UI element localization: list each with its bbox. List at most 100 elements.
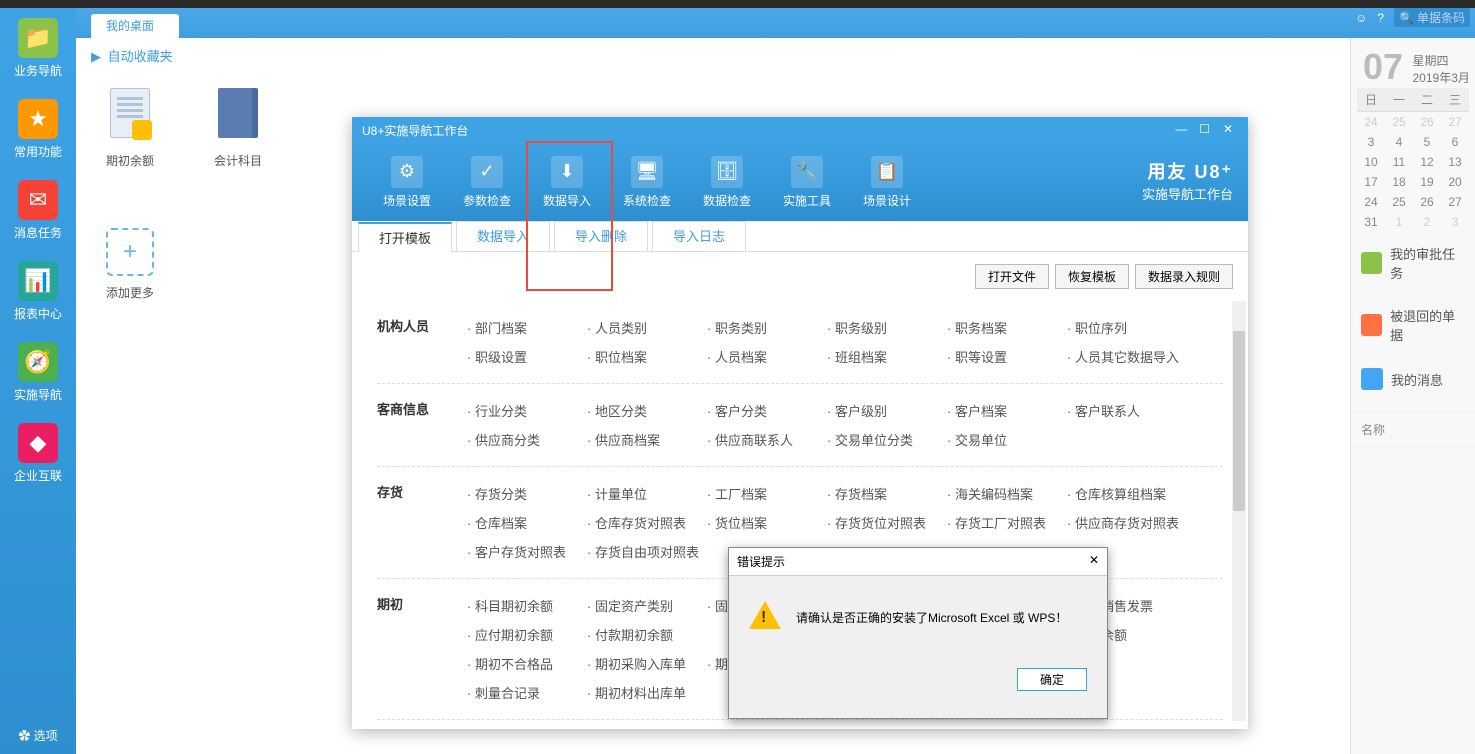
toolbar-item-3[interactable]: 🖥系统检查 (607, 156, 687, 209)
category-item[interactable]: 职等设置 (947, 342, 1067, 371)
cal-cell[interactable]: 26 (1413, 192, 1441, 212)
cal-cell[interactable]: 24 (1357, 112, 1385, 132)
category-item[interactable]: 人员档案 (707, 342, 827, 371)
cal-cell[interactable]: 20 (1441, 172, 1469, 192)
tab-my-desktop[interactable]: 我的桌面 (91, 14, 179, 38)
category-item[interactable]: 仓库核算组档案 (1067, 479, 1187, 508)
category-item[interactable]: 货位档案 (707, 508, 827, 537)
dialog-tab-2[interactable]: 导入删除 (554, 221, 648, 251)
ok-button[interactable]: 确定 (1017, 668, 1087, 691)
dialog-tab-1[interactable]: 数据导入 (456, 221, 550, 251)
cal-cell[interactable]: 3 (1441, 212, 1469, 232)
maximize-icon[interactable]: ☐ (1195, 122, 1215, 136)
category-item[interactable]: 人员类别 (587, 313, 707, 342)
toolbar-item-0[interactable]: ⚙场景设置 (367, 156, 447, 209)
toolbar-item-6[interactable]: 📋场景设计 (847, 156, 927, 209)
category-item[interactable]: 期初采购入库单 (587, 649, 707, 678)
action-button-2[interactable]: 数据录入规则 (1135, 264, 1233, 289)
category-item[interactable]: 部门档案 (467, 313, 587, 342)
nav-options[interactable]: ✿ 选项 (0, 727, 76, 744)
category-item[interactable]: 存货工厂对照表 (947, 508, 1067, 537)
category-item[interactable]: 刺量合记录 (467, 678, 587, 707)
dialog-tab-3[interactable]: 导入日志 (652, 221, 746, 251)
desktop-icon-kuaiji[interactable]: 会计科目 (214, 88, 262, 169)
category-item[interactable]: 地区分类 (587, 396, 707, 425)
category-item[interactable]: 仓库档案 (467, 508, 587, 537)
widget-item-1[interactable]: 被退回的单据 (1351, 294, 1475, 356)
category-item[interactable]: 交易单位 (947, 425, 1067, 454)
category-item[interactable]: 交易单位分类 (827, 425, 947, 454)
category-item[interactable]: 客户存货对照表 (467, 537, 587, 566)
minimize-icon[interactable]: — (1171, 122, 1191, 136)
category-item[interactable]: 客户联系人 (1067, 396, 1187, 425)
widget-item-0[interactable]: 我的审批任务 (1351, 232, 1475, 294)
error-close-icon[interactable]: ✕ (1089, 553, 1099, 570)
cal-cell[interactable]: 17 (1357, 172, 1385, 192)
cal-cell[interactable]: 12 (1413, 152, 1441, 172)
cal-cell[interactable]: 31 (1357, 212, 1385, 232)
smile-icon[interactable]: ☺ (1355, 11, 1367, 25)
action-button-1[interactable]: 恢复模板 (1055, 264, 1129, 289)
cal-cell[interactable]: 10 (1357, 152, 1385, 172)
cal-cell[interactable]: 13 (1441, 152, 1469, 172)
cal-cell[interactable]: 26 (1413, 112, 1441, 132)
category-item[interactable]: 供应商联系人 (707, 425, 827, 454)
category-item[interactable]: 付款期初余额 (587, 620, 707, 649)
toolbar-item-5[interactable]: 🔧实施工具 (767, 156, 847, 209)
cal-cell[interactable]: 27 (1441, 192, 1469, 212)
cal-cell[interactable]: 18 (1385, 172, 1413, 192)
category-item[interactable]: 科目期初余额 (467, 591, 587, 620)
cal-cell[interactable]: 11 (1385, 152, 1413, 172)
category-item[interactable]: 职位档案 (587, 342, 707, 371)
action-button-0[interactable]: 打开文件 (975, 264, 1049, 289)
category-item[interactable]: 存货货位对照表 (827, 508, 947, 537)
category-item[interactable]: 供应商档案 (587, 425, 707, 454)
category-item[interactable]: 工厂档案 (707, 479, 827, 508)
nav-item-4[interactable]: 🧭实施导航 (0, 332, 76, 413)
cal-cell[interactable]: 24 (1357, 192, 1385, 212)
error-titlebar[interactable]: 错误提示 ✕ (729, 548, 1107, 576)
cal-cell[interactable]: 4 (1385, 132, 1413, 152)
nav-item-2[interactable]: ✉消息任务 (0, 170, 76, 251)
nav-item-5[interactable]: ◆企业互联 (0, 413, 76, 494)
cal-cell[interactable]: 19 (1413, 172, 1441, 192)
toolbar-item-4[interactable]: 🗄数据检查 (687, 156, 767, 209)
nav-item-0[interactable]: 📁业务导航 (0, 8, 76, 89)
scrollbar[interactable] (1232, 301, 1246, 721)
widget-item-2[interactable]: 我的消息 (1351, 356, 1475, 402)
category-item[interactable]: 存货档案 (827, 479, 947, 508)
category-item[interactable]: 仓库存货对照表 (587, 508, 707, 537)
category-item[interactable]: 职级设置 (467, 342, 587, 371)
help-icon[interactable]: ? (1377, 11, 1384, 25)
dialog-titlebar[interactable]: U8+实施导航工作台 — ☐ ✕ (352, 117, 1248, 143)
category-item[interactable]: 班组档案 (827, 342, 947, 371)
add-more-button[interactable]: + 添加更多 (106, 224, 154, 301)
cal-cell[interactable]: 27 (1441, 112, 1469, 132)
category-item[interactable]: 供应商存货对照表 (1067, 508, 1187, 537)
category-item[interactable]: 期初不合格品 (467, 649, 587, 678)
category-item[interactable]: 存货分类 (467, 479, 587, 508)
category-item[interactable]: 计量单位 (587, 479, 707, 508)
search-box[interactable]: 🔍 单据条码 (1394, 8, 1470, 27)
toolbar-item-2[interactable]: ⬇数据导入 (527, 156, 607, 209)
cal-cell[interactable]: 2 (1413, 212, 1441, 232)
category-item[interactable]: 应付期初余额 (467, 620, 587, 649)
category-item[interactable]: 行业分类 (467, 396, 587, 425)
nav-item-3[interactable]: 📊报表中心 (0, 251, 76, 332)
category-item[interactable]: 人员其它数据导入 (1067, 342, 1187, 371)
cal-cell[interactable]: 25 (1385, 192, 1413, 212)
category-item[interactable]: 职位序列 (1067, 313, 1187, 342)
category-item[interactable]: 职务档案 (947, 313, 1067, 342)
category-item[interactable]: 海关编码档案 (947, 479, 1067, 508)
category-item[interactable]: 职务级别 (827, 313, 947, 342)
category-item[interactable]: 客户级别 (827, 396, 947, 425)
desktop-icon-qichu[interactable]: 期初余额 (106, 88, 154, 169)
dialog-tab-0[interactable]: 打开模板 (358, 222, 452, 252)
close-icon[interactable]: ✕ (1218, 122, 1238, 136)
category-item[interactable]: 客户档案 (947, 396, 1067, 425)
nav-item-1[interactable]: ★常用功能 (0, 89, 76, 170)
cal-cell[interactable]: 3 (1357, 132, 1385, 152)
cal-cell[interactable]: 25 (1385, 112, 1413, 132)
cal-cell[interactable]: 5 (1413, 132, 1441, 152)
cal-cell[interactable]: 1 (1385, 212, 1413, 232)
